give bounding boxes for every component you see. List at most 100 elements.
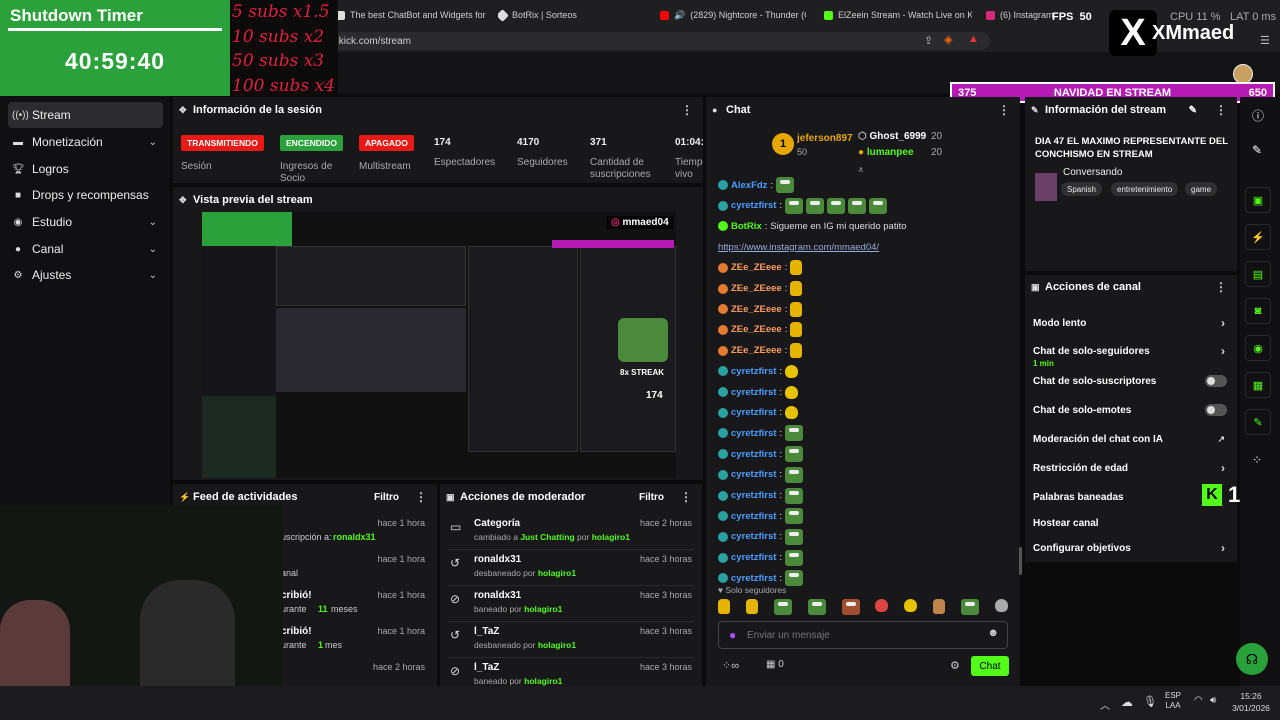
leaderboard-entry[interactable]: ● lumanpee [858, 147, 914, 158]
chat-username[interactable]: cyretzfirst [731, 469, 776, 480]
chat-scrollbar[interactable] [1019, 547, 1022, 575]
sidebar-item-drops[interactable]: ■ Drops y recompensas [8, 182, 163, 208]
emote-icon[interactable] [875, 599, 889, 612]
chat-username[interactable]: ZEe_ZEeee [731, 283, 782, 294]
chat-username[interactable]: cyretzfirst [731, 552, 776, 563]
chat-link[interactable]: https://www.instagram.com/mmaed04/ [718, 242, 879, 253]
chat-settings-icon[interactable]: ⚙ [950, 659, 960, 672]
emote-icon[interactable] [718, 599, 730, 614]
infinity-icon[interactable]: ⁘∞ [722, 659, 739, 672]
action-age-restriction[interactable]: Restricción de edad › [1025, 454, 1237, 482]
chat-username[interactable]: BotRix [731, 221, 762, 232]
chat-username[interactable]: cyretzfirst [731, 511, 776, 522]
sidebar-item-stream[interactable]: ((•)) Stream [8, 102, 163, 128]
chat-username[interactable]: cyretzfirst [731, 387, 776, 398]
wifi-icon[interactable]: ◠ [1194, 695, 1203, 706]
share-icon[interactable]: ⇪ [924, 34, 933, 47]
chat-username[interactable]: cyretzfirst [731, 490, 776, 501]
more-options-icon[interactable]: ⋮ [680, 490, 692, 504]
emote-icon[interactable] [807, 599, 826, 615]
cloud-icon[interactable]: ☁ [1121, 695, 1133, 709]
chat-username[interactable]: cyretzfirst [731, 366, 776, 377]
emote-icon[interactable] [933, 599, 946, 614]
chat-username[interactable]: cyretzfirst [731, 573, 776, 584]
clip-button[interactable]: ▣ [1245, 187, 1271, 213]
browser-tab[interactable]: (6) Instagram [986, 4, 1054, 26]
send-chat-button[interactable]: Chat [971, 656, 1009, 676]
filter-button[interactable]: Filtro [639, 492, 664, 503]
info-icon[interactable]: ⓘ [1252, 107, 1264, 124]
chat-username[interactable]: cyretzfirst [731, 428, 776, 439]
edit-icon[interactable]: ✎ [1189, 105, 1197, 116]
emote-icon[interactable] [994, 599, 1008, 612]
browser-tab[interactable]: 🔊(2829) Nightcore - Thunder (Gab [660, 4, 806, 26]
emoji-icon[interactable]: ☻ [987, 627, 999, 639]
store-button[interactable]: ▦ [1245, 372, 1271, 398]
chat-username[interactable]: cyretzfirst [731, 449, 776, 460]
action-followers-only[interactable]: Chat de solo-seguidores 1 min › [1025, 337, 1237, 368]
chat-username[interactable]: cyretzfirst [731, 531, 776, 542]
sidebar-item-monetizacion[interactable]: ▬ Monetización ⌄ [8, 129, 163, 155]
volume-icon[interactable]: 🔊︎ [1210, 695, 1216, 706]
toggle-switch[interactable] [1205, 375, 1227, 387]
chat-popout-button[interactable]: ◙ [1245, 298, 1271, 324]
emote-icon[interactable] [961, 599, 979, 615]
stream-tag[interactable]: game [1185, 182, 1218, 196]
microphone-icon[interactable]: ● [729, 628, 736, 642]
broadcast-button[interactable]: ◉ [1245, 335, 1271, 361]
boost-button[interactable]: ⚡ [1245, 224, 1271, 250]
chat-username[interactable]: cyretzfirst [731, 407, 776, 418]
tools-button[interactable]: ✎ [1245, 409, 1271, 435]
support-button[interactable]: ☊ [1236, 643, 1268, 675]
avatar[interactable] [1233, 64, 1253, 84]
chat-username[interactable]: ZEe_ZEeee [731, 304, 782, 315]
expand-leaderboard-icon[interactable]: ⩡ [858, 165, 864, 176]
rewards-icon[interactable]: ▲ [968, 33, 979, 45]
edit-icon[interactable]: ✎ [1252, 143, 1262, 157]
sidebar-item-canal[interactable]: ● Canal ⌄ [8, 236, 163, 262]
menu-icon[interactable]: ☰ [1260, 34, 1270, 47]
sidebar-item-estudio[interactable]: ◉ Estudio ⌄ [8, 209, 163, 235]
notes-button[interactable]: ▤ [1245, 261, 1271, 287]
action-configure-goals[interactable]: Configurar objetivos › [1025, 534, 1237, 562]
filter-button[interactable]: Filtro [374, 492, 399, 503]
action-host-channel[interactable]: Hostear canal [1025, 509, 1237, 537]
share-icon[interactable]: ⁘ [1252, 453, 1262, 467]
stream-tag[interactable]: entretenimiento [1111, 182, 1179, 196]
browser-tab[interactable]: ElZeein Stream - Watch Live on K [824, 4, 972, 26]
chat-message-input[interactable]: ● ☻ [718, 621, 1008, 649]
more-options-icon[interactable]: ⋮ [415, 490, 427, 504]
more-options-icon[interactable]: ⋮ [681, 103, 693, 117]
stream-category[interactable]: Conversando [1063, 167, 1122, 178]
brave-icon[interactable]: ◈ [944, 33, 952, 46]
stream-tag[interactable]: Spanish [1061, 182, 1102, 196]
stream-preview-video[interactable]: ◎ mmaed04 8x STREAK 174 [202, 212, 676, 478]
microphone-icon[interactable]: 🎙︎ [1143, 695, 1157, 708]
emote-icon[interactable] [745, 599, 758, 614]
sidebar-item-logros[interactable]: 🏆︎ Logros [8, 156, 163, 182]
toggle-switch[interactable] [1205, 404, 1227, 416]
browser-tab[interactable]: BotRix | Sorteos [498, 4, 648, 26]
action-emotes-only[interactable]: Chat de solo-emotes [1025, 396, 1237, 424]
action-ai-moderation[interactable]: Moderación del chat con IA ↗ [1025, 425, 1237, 453]
leaderboard-user[interactable]: jeferson897 [797, 133, 853, 144]
browser-tab[interactable]: The best ChatBot and Widgets for K [336, 4, 486, 26]
chevron-up-icon[interactable]: ︿ [1100, 697, 1110, 712]
more-options-icon[interactable]: ⋮ [1215, 280, 1227, 294]
action-slow-mode[interactable]: Modo lento › [1025, 309, 1237, 337]
emote-icon[interactable] [841, 599, 860, 615]
chat-username[interactable]: ZEe_ZEeee [731, 324, 782, 335]
emote-icon[interactable] [773, 599, 792, 615]
sidebar-item-ajustes[interactable]: ⚙ Ajustes ⌄ [8, 262, 163, 288]
chat-username[interactable]: AlexFdz [731, 180, 767, 191]
chat-username[interactable]: cyretzfirst [731, 200, 776, 211]
emote-icon[interactable] [904, 599, 918, 612]
clock[interactable]: 15:26 3/01/2026 [1226, 690, 1276, 714]
chat-username[interactable]: ZEe_ZEeee [731, 262, 782, 273]
language-indicator[interactable]: ESP LAA [1165, 691, 1181, 711]
more-options-icon[interactable]: ⋮ [1215, 103, 1227, 117]
chat-username[interactable]: ZEe_ZEeee [731, 345, 782, 356]
chat-text-field[interactable] [747, 626, 977, 644]
more-options-icon[interactable]: ⋮ [998, 103, 1010, 117]
leaderboard-entry[interactable]: ⬡ Ghost_6999 [858, 131, 926, 142]
